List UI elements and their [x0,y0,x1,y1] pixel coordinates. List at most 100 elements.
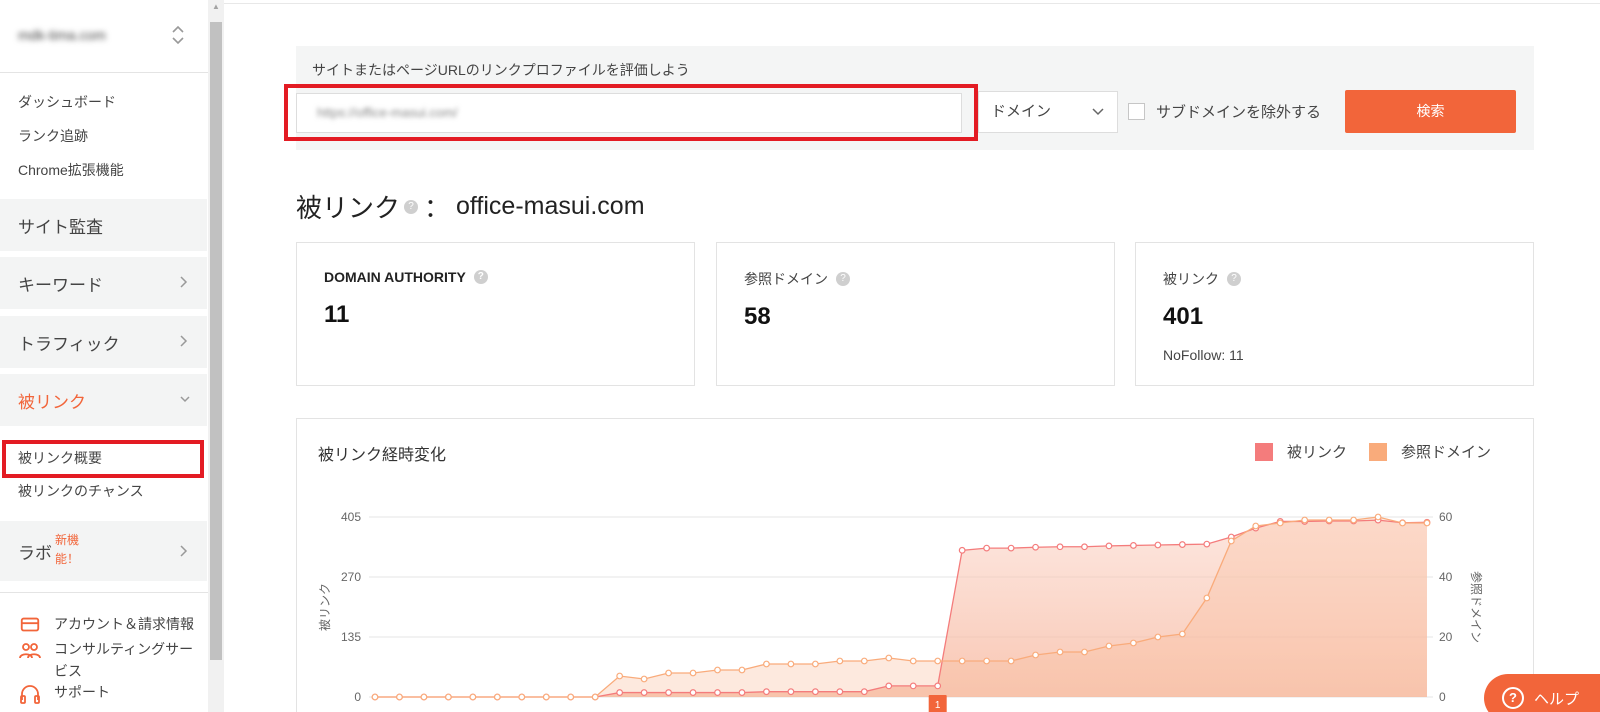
data-point [1399,519,1406,527]
data-point [1227,537,1235,545]
domain-authority-card: DOMAIN AUTHORITY ? 11 [296,242,695,386]
data-point [1301,516,1309,524]
sidebar-item-label: 被リンク [18,392,86,412]
data-point [1130,639,1137,647]
scrollbar-thumb[interactable] [210,22,222,660]
help-icon[interactable]: ? [404,199,419,214]
data-point [787,688,795,696]
page-title-label: 被リンク [296,193,401,223]
sidebar: mdk-tima.com ダッシュボード ランク追跡 Chrome拡張機能 サイ… [0,0,208,712]
data-point [1007,544,1015,552]
y-left-tick-label: 0 [354,690,361,704]
search-panel-title: サイトまたはページURLのリンクプロファイルを評価しよう [312,62,690,78]
new-feature-badge: 新機 能！ [55,531,79,569]
y-left-axis-title: 被リンク [318,583,332,631]
sidebar-item-dashboard[interactable]: ダッシュボード [18,92,116,112]
sidebar-item-traffic[interactable]: トラフィック [0,316,207,368]
data-point [689,689,697,696]
card-value: 11 [324,301,350,328]
search-button[interactable]: 検索 [1345,90,1516,133]
data-point [1252,522,1260,530]
data-point [714,689,721,696]
help-icon[interactable]: ? [473,270,488,284]
site-name: mdk-tima.com [18,27,106,43]
sidebar-item-label: トラフィック [18,334,120,354]
divider [0,592,208,593]
sidebar-item-account[interactable]: アカウント＆請求情報 [18,614,194,638]
data-point [493,693,501,701]
sidebar-item-backlinks[interactable]: 被リンク [0,374,207,426]
data-point [836,657,844,665]
card-value: 401 [1163,303,1204,330]
data-point [714,666,721,674]
data-point [1350,516,1358,524]
highlight-box [284,84,978,141]
chevron-right-icon [179,333,189,349]
y-right-tick-label: 40 [1439,570,1453,584]
highlight-box [2,440,204,478]
data-point [1276,519,1284,527]
data-point [909,657,917,665]
page-title-colon: ： [424,193,451,223]
y-right-tick-label: 0 [1439,690,1446,704]
data-point [689,669,697,677]
question-icon: ? [1502,687,1524,709]
data-point [1105,542,1113,550]
sidebar-item-label: ビス [54,663,82,679]
sidebar-item-labo[interactable]: ラボ [0,521,207,581]
help-icon[interactable]: ? [836,272,850,286]
sidebar-item-support[interactable]: サポート [18,682,110,706]
y-right-tick-label: 60 [1439,510,1453,524]
data-point [1154,541,1162,549]
sidebar-scrollbar[interactable]: ▲ [208,0,224,712]
card-label-text: 被リンク [1163,271,1219,287]
sidebar-item-label: アカウント＆請求情報 [54,616,194,632]
sidebar-item-site-audit[interactable]: サイト監査 [0,199,207,251]
data-point [738,666,746,674]
divider [224,3,1600,4]
exclude-subdomains-checkbox[interactable] [1128,103,1145,120]
data-point [763,688,770,696]
help-button[interactable]: ? ヘルプ [1484,674,1600,712]
help-icon[interactable]: ? [1227,272,1241,286]
scroll-up-arrow-icon[interactable]: ▲ [208,2,224,18]
scope-select[interactable]: ドメイン [978,91,1118,133]
chevron-right-icon [179,274,189,290]
data-point [983,657,991,665]
data-point [934,682,942,690]
divider [0,72,208,73]
data-point [665,669,672,677]
data-point [1032,543,1039,551]
sidebar-item-chrome-extension[interactable]: Chrome拡張機能 [18,160,124,180]
data-point [811,688,819,696]
exclude-subdomains-label[interactable]: サブドメインを除外する [1156,101,1321,122]
data-point [1007,657,1015,665]
sidebar-item-consulting[interactable]: コンサルティングサー ビス [18,638,193,682]
nofollow-count: NoFollow: 11 [1163,347,1244,363]
sidebar-item-label: サポート [54,684,110,700]
data-point [444,693,452,701]
y-right-axis-title: 参照ドメイン [1469,571,1484,643]
sidebar-item-label: コンサルティングサー [54,641,194,657]
data-point [860,657,868,665]
data-point [469,693,477,701]
chevron-updown-icon [170,22,186,48]
help-button-label: ヘルプ [1534,690,1580,708]
data-point [396,693,403,701]
data-point [1056,543,1064,551]
data-point [885,682,893,690]
sidebar-item-backlink-opportunities[interactable]: 被リンクのチャンス [18,481,144,501]
site-selector[interactable]: mdk-tima.com [0,0,208,70]
data-point [1105,642,1113,650]
data-point [1154,633,1162,641]
data-point [640,675,648,683]
sidebar-item-rank-tracking[interactable]: ランク追跡 [18,126,88,146]
backlinks-chart-card: 被リンク経時変化 被リンク 参照ドメイン 405 60 270 40 135 20 0 0 被リ… [296,418,1534,712]
sidebar-item-label: キーワード [18,275,103,295]
data-point [836,688,844,696]
card-label: 参照ドメイン ? [744,269,854,289]
data-point [1130,542,1137,549]
data-point [567,693,575,701]
data-point [958,546,966,554]
sidebar-item-keywords[interactable]: キーワード [0,257,207,309]
